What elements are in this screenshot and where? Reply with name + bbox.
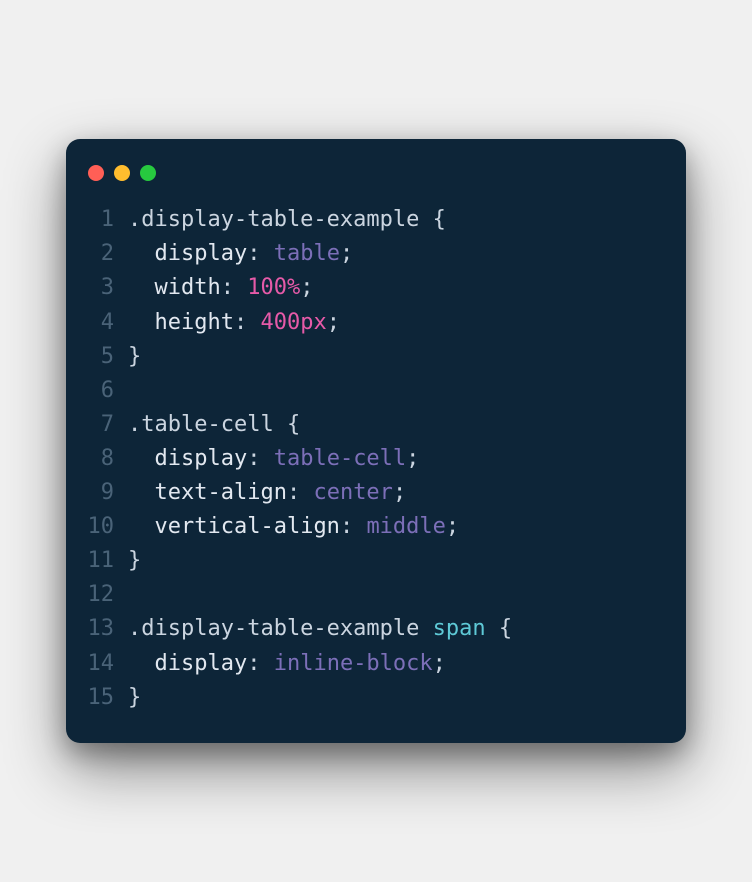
code-token: width [155, 275, 221, 300]
code-token: display [155, 446, 248, 471]
maximize-icon[interactable] [140, 165, 156, 181]
code-line: 4 height: 400px; [66, 306, 658, 340]
window-titlebar [66, 159, 686, 203]
code-content: } [128, 681, 658, 715]
close-icon[interactable] [88, 165, 104, 181]
code-token: 100% [247, 275, 300, 300]
code-token: } [128, 548, 141, 573]
code-token [128, 651, 155, 676]
line-number: 5 [66, 340, 128, 374]
code-token: ; [433, 651, 446, 676]
code-line: 5} [66, 340, 658, 374]
code-token: { [499, 616, 512, 641]
code-token: center [313, 480, 392, 505]
code-line: 2 display: table; [66, 237, 658, 271]
code-token: ; [327, 310, 340, 335]
code-token: : [287, 480, 314, 505]
line-number: 4 [66, 306, 128, 340]
code-block: 1.display-table-example {2 display: tabl… [66, 203, 686, 714]
line-number: 11 [66, 544, 128, 578]
code-token: vertical-align [155, 514, 340, 539]
code-token: { [287, 412, 300, 437]
line-number: 7 [66, 408, 128, 442]
code-token [128, 275, 155, 300]
code-token: middle [366, 514, 445, 539]
code-token: display [155, 651, 248, 676]
code-line: 13.display-table-example span { [66, 612, 658, 646]
line-number: 1 [66, 203, 128, 237]
code-content: } [128, 340, 658, 374]
code-content: .display-table-example span { [128, 612, 658, 646]
code-token: 400px [260, 310, 326, 335]
code-token: display [155, 241, 248, 266]
line-number: 10 [66, 510, 128, 544]
code-line: 10 vertical-align: middle; [66, 510, 658, 544]
code-token: { [433, 207, 446, 232]
code-line: 1.display-table-example { [66, 203, 658, 237]
code-token: height [155, 310, 234, 335]
line-number: 8 [66, 442, 128, 476]
code-content: vertical-align: middle; [128, 510, 658, 544]
code-token: } [128, 685, 141, 710]
line-number: 9 [66, 476, 128, 510]
code-token [128, 480, 155, 505]
line-number: 6 [66, 374, 128, 408]
code-line: 9 text-align: center; [66, 476, 658, 510]
code-token: span [433, 616, 486, 641]
code-line: 12 [66, 578, 658, 612]
code-window: 1.display-table-example {2 display: tabl… [66, 139, 686, 742]
line-number: 13 [66, 612, 128, 646]
code-token [128, 514, 155, 539]
code-token: ; [406, 446, 419, 471]
code-token: : [247, 446, 274, 471]
code-line: 11} [66, 544, 658, 578]
code-token: ; [446, 514, 459, 539]
code-token: .table-cell [128, 412, 287, 437]
code-line: 3 width: 100%; [66, 271, 658, 305]
code-token: ; [340, 241, 353, 266]
code-token: : [247, 651, 274, 676]
code-token: inline-block [274, 651, 433, 676]
code-token: .display-table-example [128, 616, 433, 641]
code-token [128, 241, 155, 266]
code-token: : [221, 275, 248, 300]
code-line: 6 [66, 374, 658, 408]
code-content: text-align: center; [128, 476, 658, 510]
code-token [486, 616, 499, 641]
code-token: .display-table-example [128, 207, 433, 232]
code-token: ; [393, 480, 406, 505]
line-number: 3 [66, 271, 128, 305]
code-token [128, 446, 155, 471]
code-token: : [234, 310, 261, 335]
code-content: height: 400px; [128, 306, 658, 340]
code-content: display: table-cell; [128, 442, 658, 476]
line-number: 15 [66, 681, 128, 715]
code-line: 8 display: table-cell; [66, 442, 658, 476]
code-content: width: 100%; [128, 271, 658, 305]
code-line: 14 display: inline-block; [66, 647, 658, 681]
line-number: 14 [66, 647, 128, 681]
code-content: display: inline-block; [128, 647, 658, 681]
code-content: .display-table-example { [128, 203, 658, 237]
code-line: 15} [66, 681, 658, 715]
code-line: 7.table-cell { [66, 408, 658, 442]
code-token: table-cell [274, 446, 406, 471]
code-token: : [247, 241, 274, 266]
code-token: text-align [155, 480, 287, 505]
line-number: 2 [66, 237, 128, 271]
code-content: display: table; [128, 237, 658, 271]
code-token: } [128, 344, 141, 369]
line-number: 12 [66, 578, 128, 612]
code-content: } [128, 544, 658, 578]
code-token: ; [300, 275, 313, 300]
code-token: : [340, 514, 367, 539]
code-token: table [274, 241, 340, 266]
code-token [128, 310, 155, 335]
code-content: .table-cell { [128, 408, 658, 442]
minimize-icon[interactable] [114, 165, 130, 181]
